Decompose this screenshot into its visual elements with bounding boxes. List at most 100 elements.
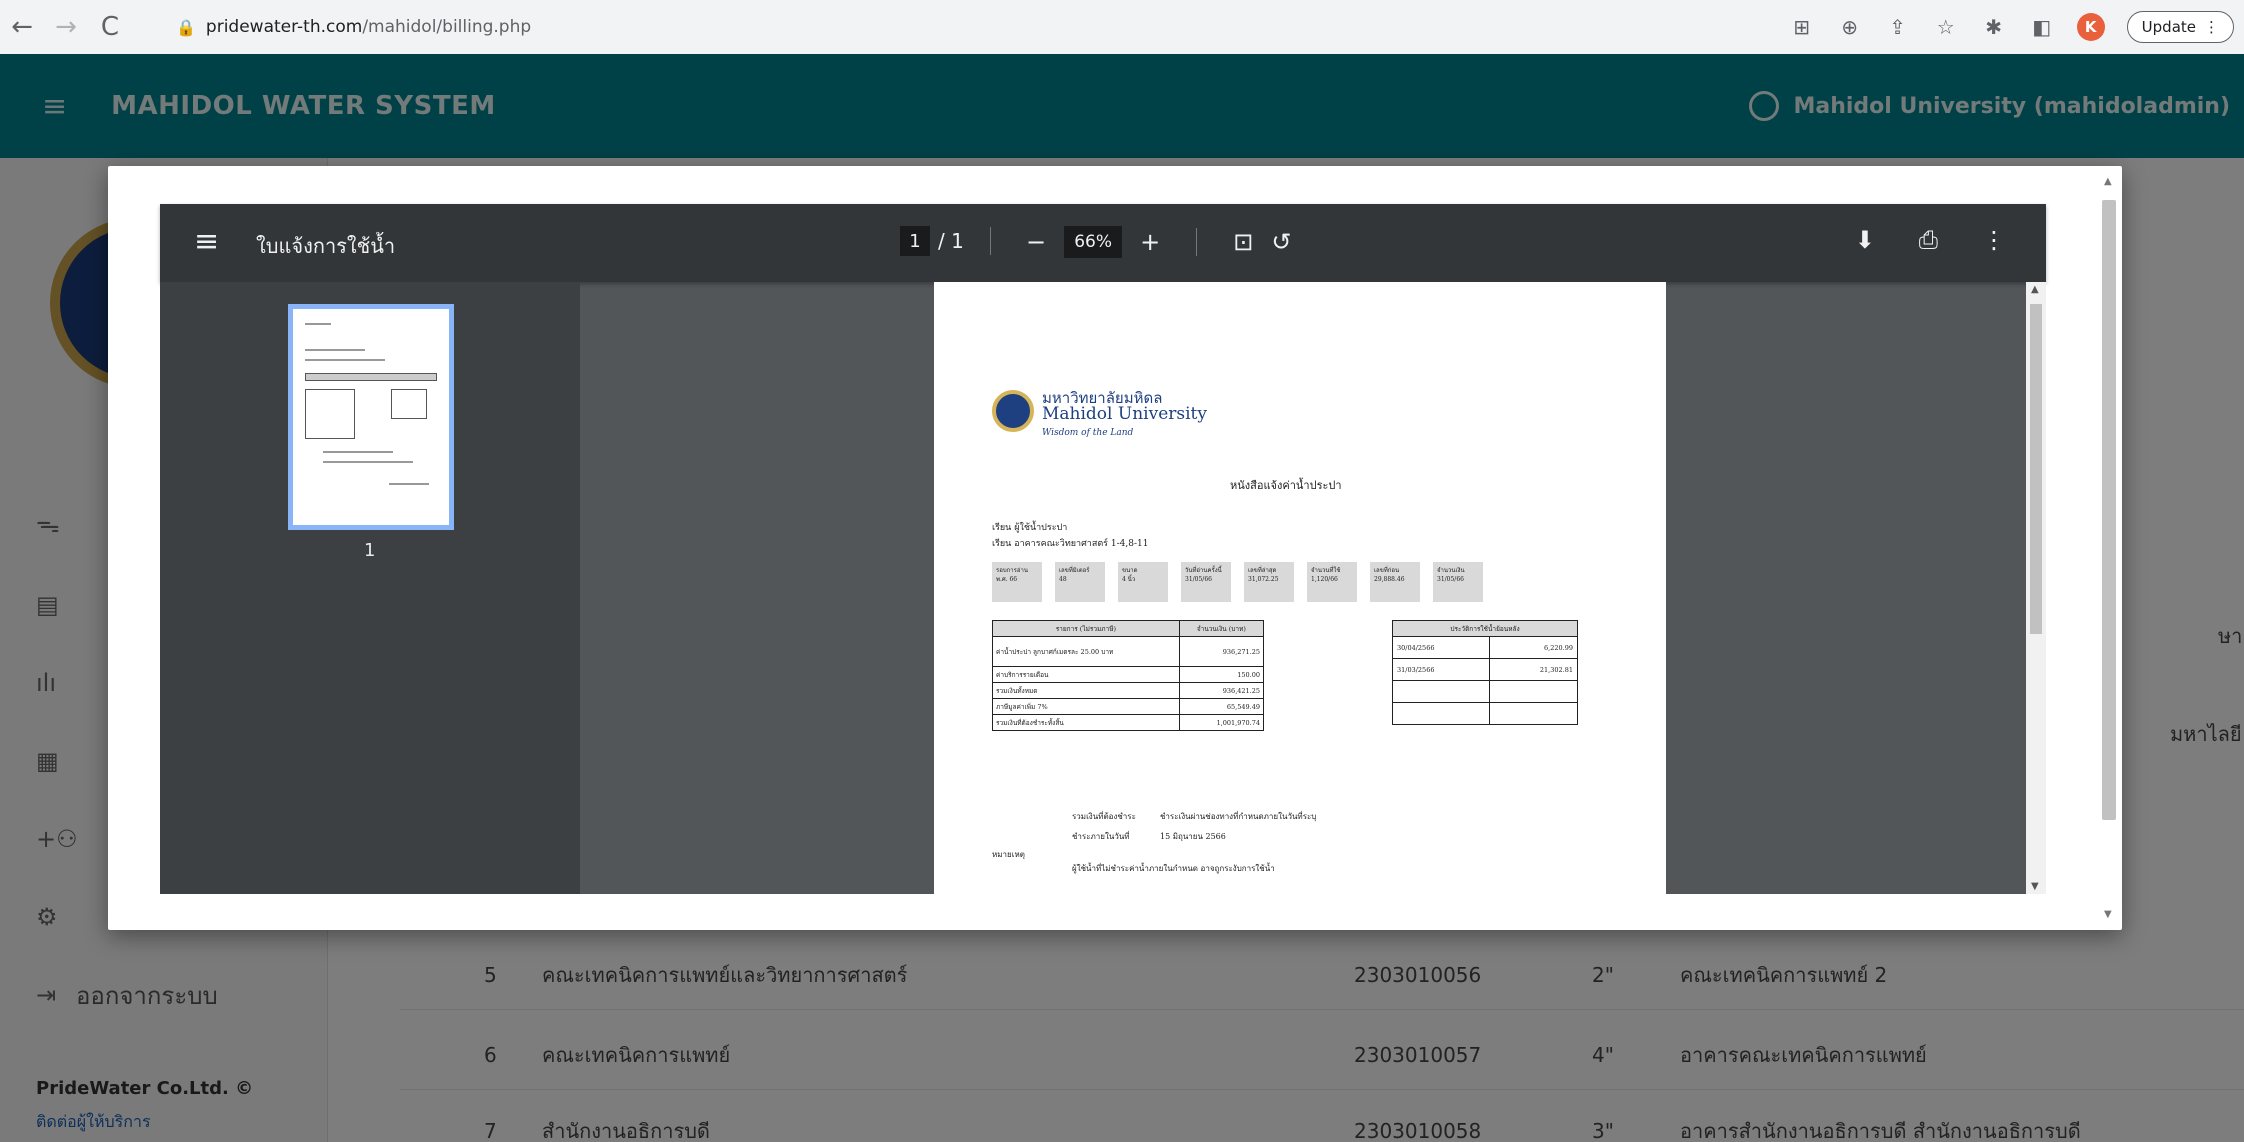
table-row bbox=[1391, 702, 1578, 725]
thumb-table bbox=[305, 389, 355, 439]
kebab-menu-icon: ⋮ bbox=[2204, 18, 2219, 36]
side-panel-icon[interactable]: ◧ bbox=[2029, 15, 2055, 39]
due-label: ชำระภายในวันที่ bbox=[1072, 832, 1130, 841]
mahidol-logo bbox=[992, 390, 1034, 432]
zoom-in-icon[interactable]: + bbox=[1140, 228, 1160, 256]
bill-item: ภาษีมูลค่าเพิ่ม 7% bbox=[992, 698, 1180, 715]
reload-icon[interactable]: C bbox=[88, 5, 132, 49]
document-title: หนังสือแจ้งค่าน้ำประปา bbox=[1230, 479, 1342, 492]
profile-avatar[interactable]: K bbox=[2076, 13, 2105, 41]
translate-icon[interactable]: ⊞ bbox=[1789, 15, 1815, 39]
back-arrow-icon[interactable]: ← bbox=[0, 5, 44, 49]
thumb-table bbox=[391, 389, 427, 419]
thumb-cells bbox=[305, 373, 437, 381]
bill-item: ค่าบริการรายเดือน bbox=[992, 666, 1180, 683]
print-icon[interactable]: ⎙ bbox=[1919, 226, 1938, 254]
table-row: 30/04/2566 6,220.99 bbox=[1391, 636, 1578, 659]
share-icon[interactable]: ⇪ bbox=[1885, 15, 1911, 39]
pdf-scroll-thumb[interactable] bbox=[2030, 304, 2042, 634]
url-host: pridewater-th.com bbox=[205, 17, 363, 37]
building-line: เรียน อาคารคณะวิทยาศาสตร์ 1-4,8-11 bbox=[992, 539, 1149, 549]
note-text: ผู้ใช้น้ำที่ไม่ชำระค่าน้ำภายในกำหนด อาจถ… bbox=[1072, 864, 1275, 873]
table-row: 31/03/2566 21,302.81 bbox=[1391, 658, 1578, 681]
rotate-icon[interactable]: ↺ bbox=[1271, 228, 1291, 256]
bill-amount: 65,549.49 bbox=[1178, 698, 1265, 715]
usage-date bbox=[1391, 702, 1491, 725]
forward-arrow-icon[interactable]: → bbox=[44, 5, 88, 49]
toolbar-divider bbox=[989, 227, 991, 255]
page-number-input[interactable]: 1 bbox=[900, 226, 930, 256]
page-total: / 1 bbox=[938, 229, 964, 253]
recipient-line: เรียน ผู้ใช้น้ำประปา bbox=[992, 523, 1068, 533]
pdf-actions: ⬇ ⎙ ⋮ bbox=[1855, 226, 2006, 254]
usage-date bbox=[1391, 680, 1491, 703]
scroll-up-icon[interactable]: ▲ bbox=[2031, 284, 2039, 295]
fit-page-icon[interactable]: ⊡ bbox=[1233, 228, 1253, 256]
thumb-text-line bbox=[305, 359, 385, 361]
bill-amount: 936,421.25 bbox=[1178, 682, 1265, 699]
pdf-viewer: ≡ ใบแจ้งการใช้น้ำ 1 / 1 − 66% + ⊡ ↺ ⬇ ⎙ … bbox=[160, 204, 2046, 894]
bill-item: รวมเงินที่ต้องชำระทั้งสิ้น bbox=[992, 714, 1180, 731]
lock-icon: 🔒 bbox=[176, 17, 196, 37]
extensions-icon[interactable]: ✱ bbox=[1981, 15, 2007, 39]
browser-actions: ⊞ ⊕ ⇪ ☆ ✱ ◧ K Update ⋮ bbox=[1789, 8, 2234, 46]
modal-scroll-thumb[interactable] bbox=[2102, 200, 2116, 820]
info-cell: ขนาด 4 นิ้ว bbox=[1118, 562, 1168, 602]
thumb-text-line bbox=[389, 483, 429, 485]
usage-value: 21,302.81 bbox=[1489, 658, 1578, 681]
zoom-icon[interactable]: ⊕ bbox=[1837, 15, 1863, 39]
download-icon[interactable]: ⬇ bbox=[1855, 226, 1875, 254]
thumbnail-label: 1 bbox=[364, 540, 376, 561]
modal-scrollbar[interactable]: ▲ ▼ bbox=[2100, 176, 2118, 920]
info-cell: เลขที่ก่อน 29,888.46 bbox=[1370, 562, 1420, 602]
scroll-down-icon[interactable]: ▼ bbox=[2031, 881, 2039, 892]
update-button[interactable]: Update ⋮ bbox=[2126, 11, 2234, 43]
logo-text-english: Mahidol University bbox=[1042, 404, 1207, 424]
bookmark-star-icon[interactable]: ☆ bbox=[1933, 15, 1959, 39]
page-thumbnail[interactable] bbox=[288, 304, 454, 530]
bill-amount: 936,271.25 bbox=[1178, 636, 1265, 667]
bill-item: ค่าน้ำประปา ลูกบาศก์เมตรละ 25.00 บาท bbox=[992, 636, 1180, 667]
table-row bbox=[1391, 680, 1578, 703]
usage-value bbox=[1489, 702, 1578, 725]
zoom-out-icon[interactable]: − bbox=[1026, 228, 1046, 256]
url-path: /mahidol/billing.php bbox=[362, 17, 532, 37]
usage-date: 30/04/2566 bbox=[1391, 636, 1491, 659]
info-cell: เลขที่มิเตอร์ 48 bbox=[1055, 562, 1105, 602]
logo-motto: Wisdom of the Land bbox=[1042, 428, 1134, 438]
pdf-menu-icon[interactable]: ≡ bbox=[194, 224, 219, 259]
page-indicator: 1 / 1 bbox=[900, 226, 1009, 256]
pdf-scrollbar[interactable]: ▲ ▼ bbox=[2026, 282, 2046, 894]
more-options-icon[interactable]: ⋮ bbox=[1982, 226, 2006, 254]
usage-value: 6,220.99 bbox=[1489, 636, 1578, 659]
table-row: ค่าน้ำประปา ลูกบาศก์เมตรละ 25.00 บาท 936… bbox=[992, 636, 1265, 667]
bill-header-amount: จำนวนเงิน (บาท) bbox=[1178, 620, 1265, 637]
meter-info-cells: รอบการอ่าน พ.ศ. 66 เลขที่มิเตอร์ 48 ขนาด… bbox=[992, 562, 1483, 602]
info-cell: วันที่อ่านครั้งนี้ 31/05/66 bbox=[1181, 562, 1231, 602]
table-row: ค่าบริการรายเดือน 150.00 bbox=[992, 666, 1265, 683]
toolbar-divider bbox=[1196, 228, 1198, 256]
bill-table: รายการ (ไม่รวมภาษี) จำนวนเงิน (บาท) ค่าน… bbox=[992, 620, 1265, 731]
payment-value: ชำระเงินผ่านช่องทางที่กำหนดภายในวันที่ระ… bbox=[1160, 812, 1317, 821]
bill-header-item: รายการ (ไม่รวมภาษี) bbox=[992, 620, 1180, 637]
usage-value bbox=[1489, 680, 1578, 703]
scroll-down-icon[interactable]: ▼ bbox=[2104, 909, 2112, 920]
note-label: หมายเหตุ bbox=[992, 850, 1025, 859]
payment-label: รวมเงินที่ต้องชำระ bbox=[1072, 812, 1136, 821]
address-bar[interactable]: 🔒 pridewater-th.com/mahidol/billing.php bbox=[160, 8, 1840, 46]
thumb-text-line bbox=[323, 451, 393, 453]
zoom-input[interactable]: 66% bbox=[1064, 226, 1123, 258]
table-row: ภาษีมูลค่าเพิ่ม 7% 65,549.49 bbox=[992, 698, 1265, 715]
usage-date: 31/03/2566 bbox=[1391, 658, 1491, 681]
page-area: มหาวิทยาลัยมหิดล Mahidol University Wisd… bbox=[580, 282, 2026, 894]
thumb-text-line bbox=[305, 349, 365, 351]
thumb-logo-line bbox=[305, 323, 331, 325]
usage-history-table: ประวัติการใช้น้ำย้อนหลัง 30/04/2566 6,22… bbox=[1391, 620, 1578, 725]
info-cell: จำนวนที่ใช้ 1,120/66 bbox=[1307, 562, 1357, 602]
info-cell: เลขที่ล่าสุด 31,072.25 bbox=[1244, 562, 1294, 602]
usage-history-header: ประวัติการใช้น้ำย้อนหลัง bbox=[1392, 620, 1578, 637]
scroll-up-icon[interactable]: ▲ bbox=[2104, 176, 2112, 187]
due-value: 15 มิถุนายน 2566 bbox=[1160, 832, 1226, 841]
table-row: รวมเงินที่ต้องชำระทั้งสิ้น 1,001,970.74 bbox=[992, 714, 1265, 731]
pdf-title: ใบแจ้งการใช้น้ำ bbox=[256, 234, 396, 258]
